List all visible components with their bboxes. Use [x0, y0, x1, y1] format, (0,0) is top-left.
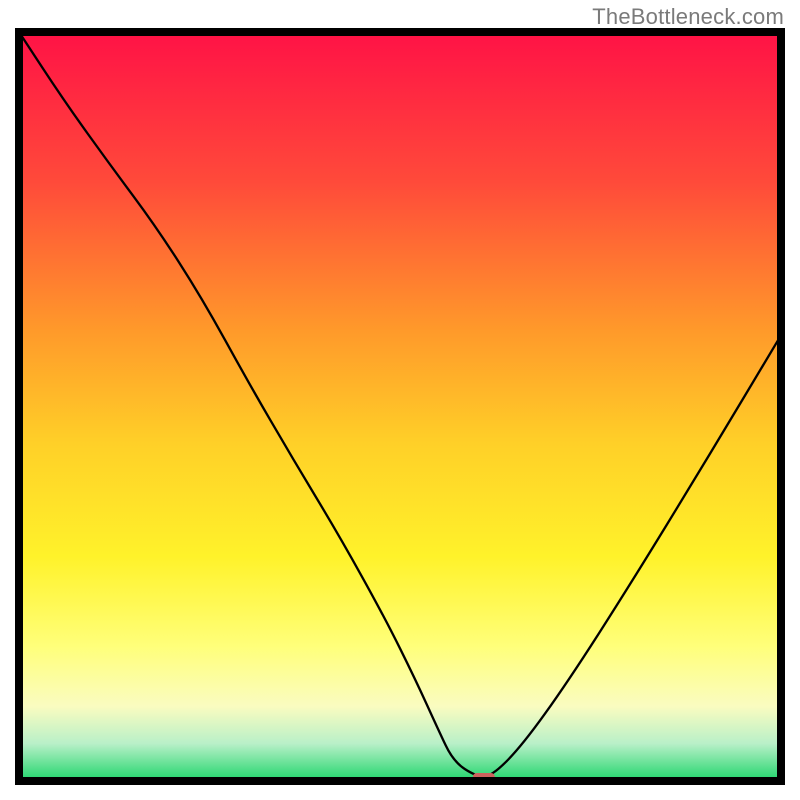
chart-svg: [15, 28, 785, 785]
plot-background: [19, 32, 781, 781]
watermark-text: TheBottleneck.com: [592, 4, 784, 30]
chart-frame: [15, 28, 785, 785]
chart-container: TheBottleneck.com: [0, 0, 800, 800]
